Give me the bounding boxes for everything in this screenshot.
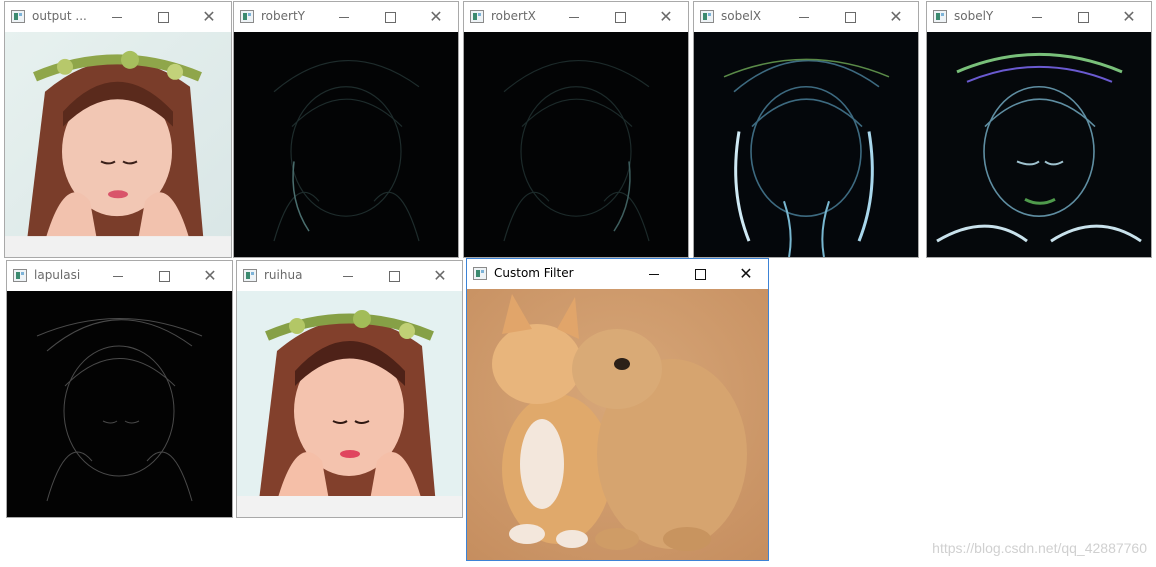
- minimize-button[interactable]: [632, 259, 676, 289]
- maximize-button[interactable]: [1061, 2, 1105, 32]
- close-button[interactable]: ✕: [188, 261, 232, 291]
- image-custom-filter: [467, 289, 768, 560]
- title-bar[interactable]: robertX ✕: [464, 2, 688, 32]
- close-icon: ✕: [433, 266, 447, 285]
- close-icon: ✕: [429, 7, 443, 26]
- minimize-icon: [113, 276, 123, 277]
- minimize-icon: [649, 274, 659, 275]
- window-title: output ...: [32, 9, 87, 23]
- app-icon: [243, 269, 257, 282]
- maximize-icon: [694, 269, 706, 280]
- image-sobelX: [694, 32, 918, 257]
- close-icon: ✕: [739, 264, 753, 283]
- minimize-icon: [1032, 17, 1042, 18]
- maximize-icon: [1077, 12, 1089, 23]
- minimize-icon: [112, 17, 122, 18]
- app-icon: [11, 10, 25, 23]
- minimize-button[interactable]: [782, 2, 826, 32]
- maximize-icon: [614, 12, 626, 23]
- maximize-button[interactable]: [368, 2, 412, 32]
- minimize-button[interactable]: [95, 2, 139, 32]
- window-robertY[interactable]: robertY ✕: [233, 1, 459, 258]
- minimize-button[interactable]: [326, 261, 370, 291]
- minimize-icon: [799, 17, 809, 18]
- title-bar[interactable]: output ... ✕: [5, 2, 231, 32]
- image-output: [5, 32, 231, 257]
- app-icon: [700, 10, 714, 23]
- close-button[interactable]: ✕: [187, 2, 231, 32]
- minimize-button[interactable]: [552, 2, 596, 32]
- minimize-icon: [339, 17, 349, 18]
- maximize-icon: [388, 271, 400, 282]
- app-icon: [240, 10, 254, 23]
- close-button[interactable]: ✕: [874, 2, 918, 32]
- maximize-button[interactable]: [598, 2, 642, 32]
- close-button[interactable]: ✕: [724, 259, 768, 289]
- window-title: lapulasi: [34, 268, 81, 282]
- window-title: robertY: [261, 9, 305, 23]
- window-ruihua[interactable]: ruihua ✕: [236, 260, 463, 518]
- window-sobelX[interactable]: sobelX ✕: [693, 1, 919, 258]
- app-icon: [933, 10, 947, 23]
- minimize-button[interactable]: [96, 261, 140, 291]
- maximize-button[interactable]: [142, 261, 186, 291]
- maximize-button[interactable]: [678, 259, 722, 289]
- image-robertX: [464, 32, 688, 257]
- app-icon: [470, 10, 484, 23]
- window-title: Custom Filter: [494, 266, 574, 280]
- window-output[interactable]: output ... ✕: [4, 1, 232, 258]
- close-icon: ✕: [889, 7, 903, 26]
- close-icon: ✕: [203, 266, 217, 285]
- minimize-icon: [569, 17, 579, 18]
- close-icon: ✕: [659, 7, 673, 26]
- minimize-icon: [343, 276, 353, 277]
- window-lapulasi[interactable]: lapulasi ✕: [6, 260, 233, 518]
- maximize-icon: [844, 12, 856, 23]
- image-lapulasi: [7, 291, 232, 517]
- maximize-button[interactable]: [828, 2, 872, 32]
- app-icon: [473, 267, 487, 280]
- close-icon: ✕: [1122, 7, 1136, 26]
- title-bar[interactable]: sobelY ✕: [927, 2, 1151, 32]
- title-bar[interactable]: robertY ✕: [234, 2, 458, 32]
- maximize-icon: [384, 12, 396, 23]
- maximize-button[interactable]: [141, 2, 185, 32]
- close-button[interactable]: ✕: [414, 2, 458, 32]
- close-button[interactable]: ✕: [644, 2, 688, 32]
- app-icon: [13, 269, 27, 282]
- title-bar[interactable]: Custom Filter ✕: [467, 259, 768, 289]
- window-title: sobelX: [721, 9, 762, 23]
- window-custom-filter[interactable]: Custom Filter ✕: [466, 258, 769, 561]
- watermark: https://blog.csdn.net/qq_42887760: [932, 540, 1147, 556]
- window-sobelY[interactable]: sobelY ✕: [926, 1, 1152, 258]
- window-title: robertX: [491, 9, 536, 23]
- image-robertY: [234, 32, 458, 257]
- title-bar[interactable]: ruihua ✕: [237, 261, 462, 291]
- minimize-button[interactable]: [322, 2, 366, 32]
- image-sobelY: [927, 32, 1151, 257]
- window-title: ruihua: [264, 268, 303, 282]
- window-robertX[interactable]: robertX ✕: [463, 1, 689, 258]
- close-button[interactable]: ✕: [1107, 2, 1151, 32]
- minimize-button[interactable]: [1015, 2, 1059, 32]
- maximize-icon: [157, 12, 169, 23]
- close-button[interactable]: ✕: [418, 261, 462, 291]
- window-title: sobelY: [954, 9, 994, 23]
- maximize-icon: [158, 271, 170, 282]
- image-ruihua: [237, 291, 462, 517]
- title-bar[interactable]: sobelX ✕: [694, 2, 918, 32]
- title-bar[interactable]: lapulasi ✕: [7, 261, 232, 291]
- close-icon: ✕: [202, 7, 216, 26]
- maximize-button[interactable]: [372, 261, 416, 291]
